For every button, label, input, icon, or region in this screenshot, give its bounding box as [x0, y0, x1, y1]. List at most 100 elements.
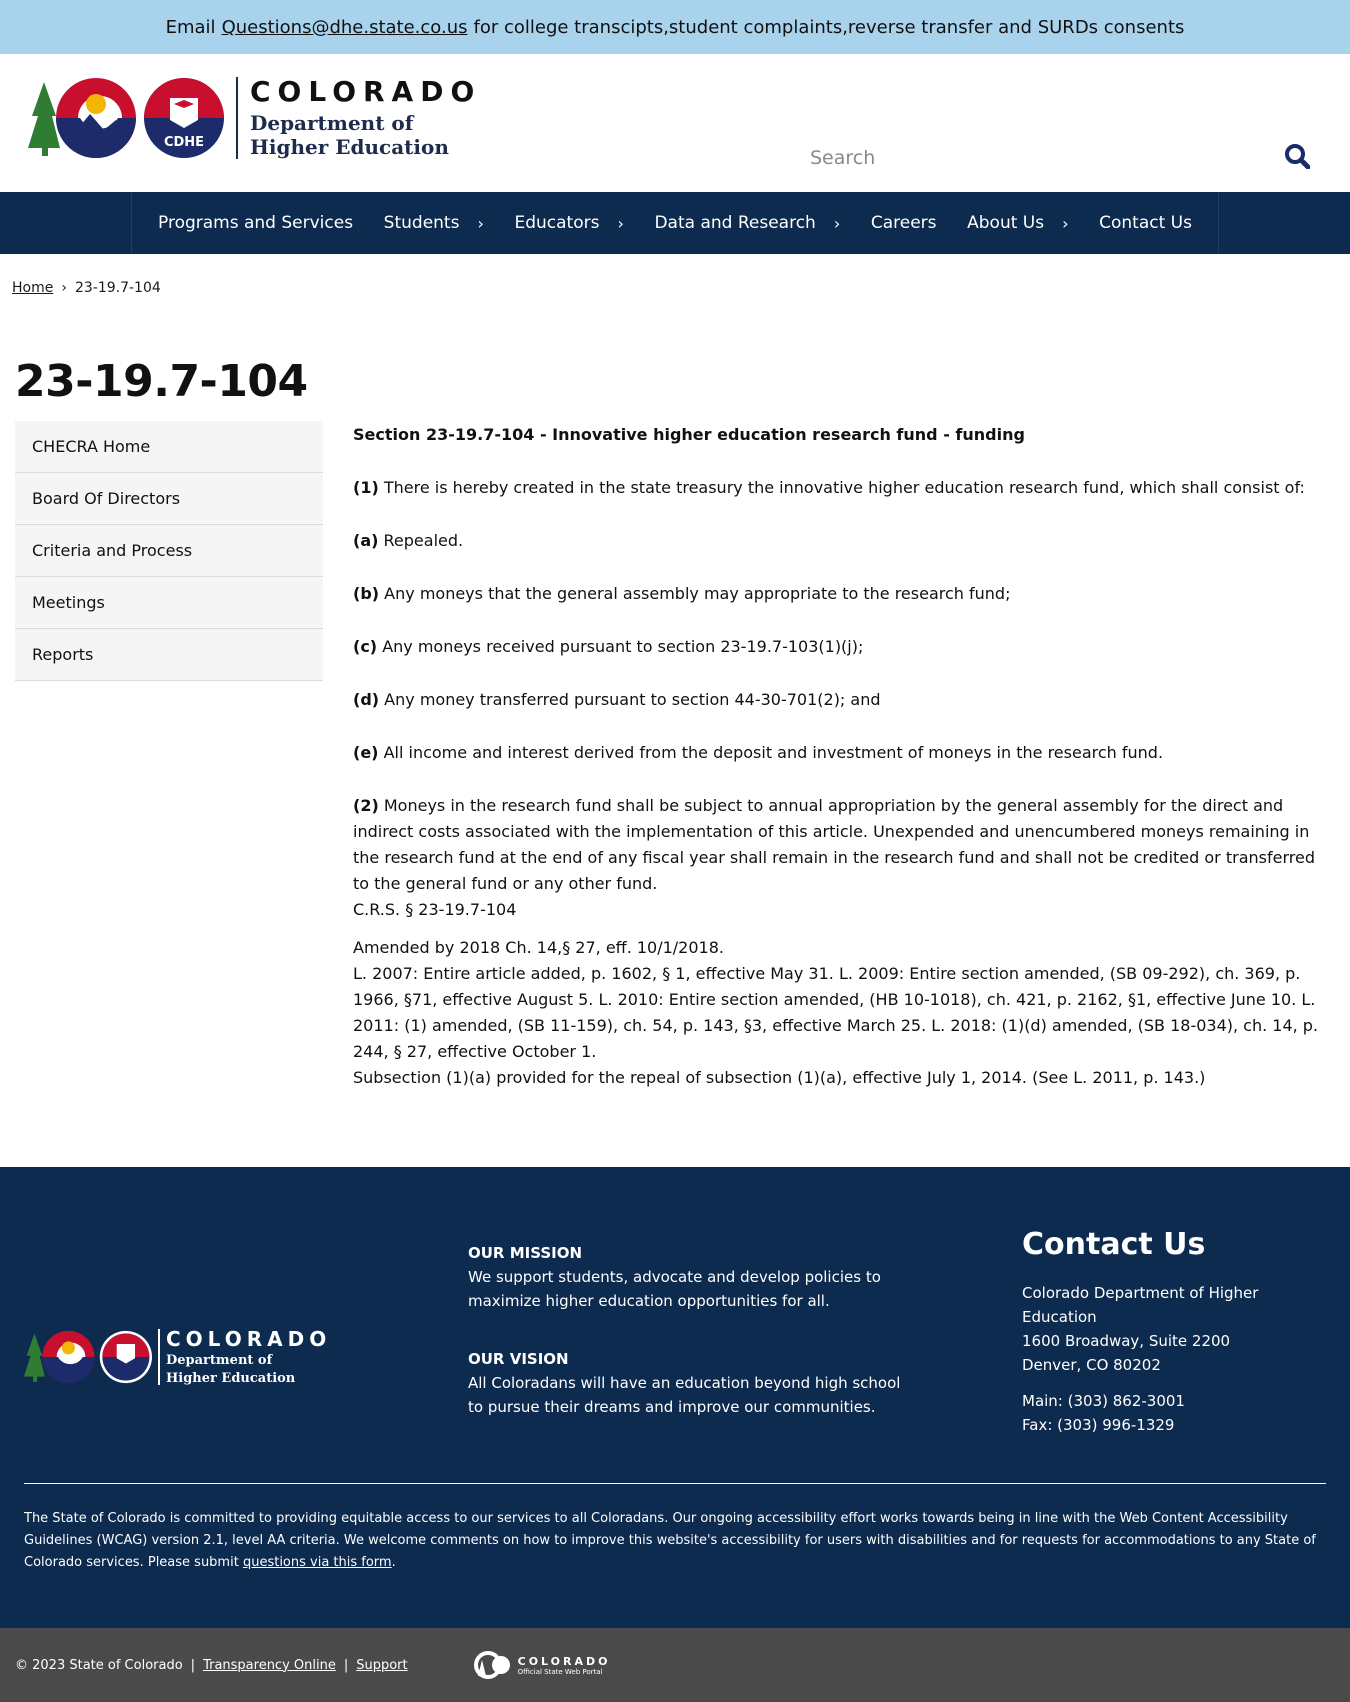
- logo-dept-line2: Higher Education: [250, 135, 449, 159]
- sidenav-item-board[interactable]: Board Of Directors: [15, 473, 323, 525]
- page-title: 23-19.7-104: [15, 356, 308, 407]
- nav-label: Careers: [870, 213, 937, 233]
- mission-text: We support students, advocate and develo…: [468, 1268, 881, 1310]
- statute-body: Section 23-19.7-104 - Innovative higher …: [353, 421, 1335, 1091]
- breadcrumb-home-link[interactable]: Home: [12, 280, 53, 296]
- nav-label: Programs and Services: [158, 213, 354, 233]
- paragraph-number: (a): [353, 531, 379, 550]
- breadcrumb-separator: ›: [61, 280, 67, 296]
- nav-item-educators[interactable]: Educators ›: [514, 213, 623, 233]
- accessibility-text: The State of Colorado is committed to pr…: [24, 1511, 1316, 1570]
- nav-label: Students: [383, 213, 460, 233]
- colorado-logo-icon: [24, 1330, 152, 1384]
- citation: C.R.S. § 23-19.7-104: [353, 900, 517, 919]
- paragraph-number: (d): [353, 690, 380, 709]
- nav-item-about[interactable]: About Us ›: [967, 213, 1068, 233]
- breadcrumb-current: 23-19.7-104: [74, 280, 161, 296]
- cdhe-logo[interactable]: CDHE COLORADO Department of Higher Educa…: [28, 76, 481, 160]
- chevron-right-icon: ›: [617, 213, 624, 233]
- footer-contact: Contact Us Colorado Department of Higher…: [1022, 1227, 1326, 1437]
- colorado-portal-icon: [473, 1651, 510, 1679]
- alert-prefix: Email: [165, 16, 216, 38]
- alert-email-link[interactable]: Questions@dhe.state.co.us: [222, 17, 468, 38]
- nav-label: Contact Us: [1099, 213, 1192, 233]
- paragraph-number: (1): [353, 478, 379, 497]
- transparency-online-link[interactable]: Transparency Online: [203, 1658, 336, 1673]
- main-nav: Programs and Services Students › Educator…: [0, 192, 1350, 254]
- separator: |: [343, 1657, 349, 1673]
- history-note: L. 2007: Entire article added, p. 1602, …: [353, 964, 1319, 1061]
- mission-vision: OUR MISSION We support students, advocat…: [468, 1241, 908, 1419]
- breadcrumb: Home › 23-19.7-104: [0, 254, 1350, 296]
- paragraph-text: There is hereby created in the state tre…: [383, 478, 1305, 497]
- search-icon[interactable]: [1284, 143, 1311, 173]
- nav-label: About Us: [967, 213, 1045, 233]
- chevron-right-icon: ›: [477, 213, 484, 233]
- state-portal-logo[interactable]: COLORADO Official State Web Portal: [473, 1650, 611, 1680]
- subsection-note: Subsection (1)(a) provided for the repea…: [353, 1068, 1206, 1087]
- nav-item-programs[interactable]: Programs and Services: [158, 213, 353, 233]
- paragraph: (a) Repealed.: [353, 528, 1335, 554]
- separator: |: [190, 1657, 196, 1673]
- paragraph: (1) There is hereby created in the state…: [353, 475, 1335, 501]
- nav-item-careers[interactable]: Careers: [871, 213, 937, 233]
- paragraph: (b) Any moneys that the general assembly…: [353, 581, 1335, 607]
- address-line-2: 1600 Broadway, Suite 2200: [1022, 1332, 1231, 1350]
- sidenav-item-checra-home[interactable]: CHECRA Home: [15, 421, 323, 473]
- sidenav-item-reports[interactable]: Reports: [15, 629, 323, 681]
- paragraph-text: All income and interest derived from the…: [383, 743, 1164, 762]
- paragraph-number: (e): [353, 743, 379, 762]
- chevron-right-icon: ›: [833, 213, 841, 233]
- footer-logo[interactable]: COLORADO Department of Higher Education: [24, 1327, 331, 1387]
- address-line-1: Colorado Department of Higher Education: [1022, 1284, 1259, 1326]
- nav-item-students[interactable]: Students ›: [384, 213, 484, 233]
- main-phone[interactable]: Main: (303) 862-3001: [1022, 1389, 1326, 1413]
- paragraph-text: Moneys in the research fund shall be sub…: [353, 796, 1315, 893]
- nav-item-contact[interactable]: Contact Us: [1099, 213, 1192, 233]
- portal-sub: Official State Web Portal: [517, 1667, 603, 1676]
- nav-label: Educators: [514, 213, 600, 233]
- site-footer: COLORADO Department of Higher Education …: [0, 1167, 1350, 1628]
- sidenav-item-meetings[interactable]: Meetings: [15, 577, 323, 629]
- chevron-right-icon: ›: [1062, 213, 1069, 233]
- fax-number: Fax: (303) 996-1329: [1022, 1416, 1175, 1434]
- bottom-bar: © 2023 State of Colorado | Transparency …: [0, 1628, 1350, 1702]
- vision-block: OUR VISION All Coloradans will have an e…: [468, 1347, 908, 1419]
- search-input[interactable]: [810, 147, 1250, 169]
- footer-logo-dept-line2: Higher Education: [166, 1371, 296, 1386]
- vision-text: All Coloradans will have an education be…: [468, 1374, 901, 1416]
- copyright: © 2023 State of Colorado: [15, 1657, 183, 1673]
- alert-banner: Email Questions@dhe.state.co.us for coll…: [0, 0, 1350, 54]
- paragraph: (e) All income and interest derived from…: [353, 740, 1335, 766]
- support-link[interactable]: Support: [356, 1658, 407, 1673]
- mission-label: OUR MISSION: [468, 1244, 583, 1262]
- colorado-logo-icon: CDHE: [28, 78, 224, 158]
- sidenav-item-criteria[interactable]: Criteria and Process: [15, 525, 323, 577]
- side-nav: CHECRA Home Board Of Directors Criteria …: [15, 421, 323, 1091]
- paragraph-text: Any money transferred pursuant to sectio…: [384, 690, 881, 709]
- paragraph-text: Repealed.: [383, 531, 464, 550]
- accessibility-form-link[interactable]: questions via this form: [243, 1555, 392, 1570]
- accessibility-statement: The State of Colorado is committed to pr…: [24, 1484, 1326, 1628]
- paragraph-text: Any moneys that the general assembly may…: [384, 584, 1011, 603]
- footer-logo-wordmark: COLORADO Department of Higher Education: [166, 1327, 331, 1387]
- amended-note: Amended by 2018 Ch. 14,§ 27, eff. 10/1/2…: [353, 938, 724, 957]
- vision-label: OUR VISION: [468, 1350, 569, 1368]
- paragraph-text: Any moneys received pursuant to section …: [382, 637, 864, 656]
- footer-logo-dept-line1: Department of: [166, 1353, 273, 1368]
- cdhe-badge-text: CDHE: [164, 135, 204, 150]
- footer-logo-divider: [158, 1329, 160, 1385]
- contact-heading: Contact Us: [1022, 1227, 1206, 1262]
- nav-label: Data and Research: [654, 213, 816, 233]
- phones: Main: (303) 862-3001 Fax: (303) 996-1329: [1022, 1389, 1326, 1437]
- site-header: CDHE COLORADO Department of Higher Educa…: [0, 54, 1350, 192]
- portal-wordmark: COLORADO Official State Web Portal: [518, 1655, 611, 1676]
- logo-wordmark: COLORADO Department of Higher Education: [250, 75, 482, 160]
- footer-logo-state: COLORADO: [166, 1327, 332, 1351]
- logo-state: COLORADO: [250, 75, 482, 108]
- paragraph-number: (b): [353, 584, 380, 603]
- paragraph: (2) Moneys in the research fund shall be…: [353, 793, 1335, 897]
- logo-dept-line1: Department of: [250, 111, 414, 135]
- accessibility-end: .: [391, 1555, 396, 1570]
- nav-item-data-research[interactable]: Data and Research ›: [654, 213, 840, 233]
